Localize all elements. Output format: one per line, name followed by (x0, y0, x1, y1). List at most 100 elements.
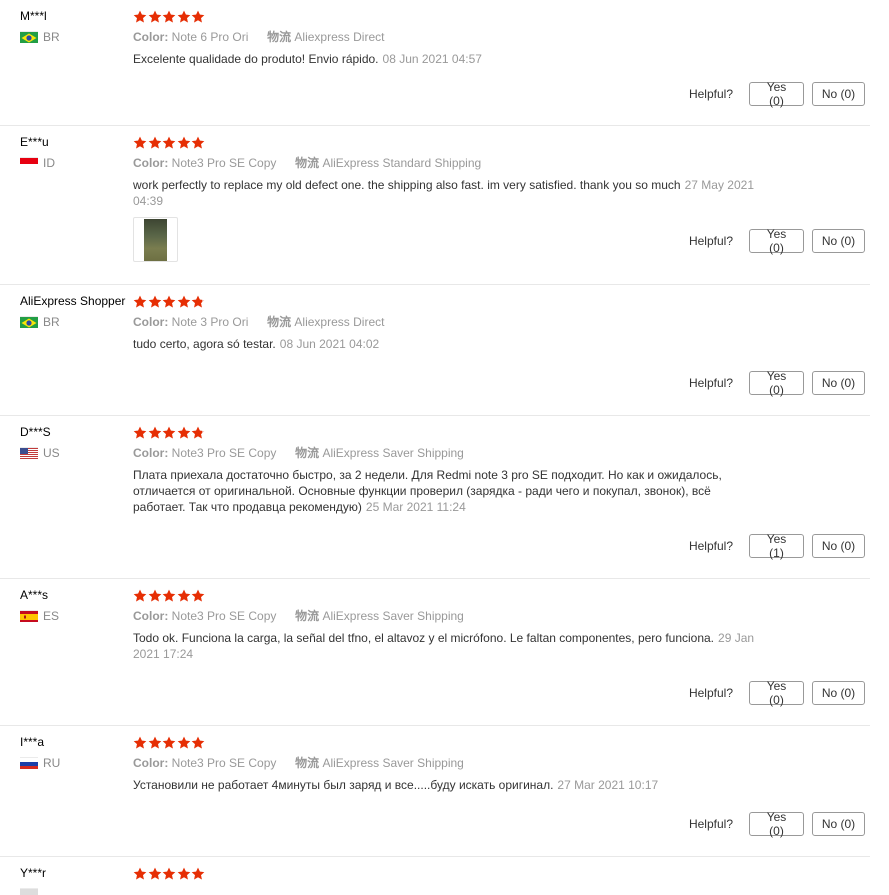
shipping-value: Aliexpress Direct (294, 30, 385, 44)
star-icon (133, 10, 147, 22)
review-text: Excelente qualidade do produto! Envio rá… (133, 52, 379, 66)
shipping-value: AliExpress Saver Shipping (322, 446, 464, 460)
star-icon (162, 136, 176, 148)
star-icon (177, 10, 190, 22)
review-photo-thumbnail[interactable] (133, 217, 178, 262)
country-code: BR (43, 315, 60, 329)
star-icon (177, 136, 190, 148)
reviewer-name: D***S (20, 425, 51, 439)
country-code: BR (43, 30, 60, 44)
reviewer-country: RU (20, 756, 130, 770)
review-date: 25 Mar 2021 11:24 (365, 500, 466, 514)
star-rating (133, 865, 773, 881)
helpful-yes-button[interactable]: Yes (0) (749, 679, 804, 707)
helpful-no-button[interactable]: No (0) (812, 229, 865, 253)
star-icon (177, 589, 190, 601)
star-rating (133, 424, 773, 440)
helpful-no-button[interactable]: No (0) (812, 681, 865, 705)
helpful-no-button[interactable]: No (0) (812, 82, 865, 106)
helpful-no-button[interactable]: No (0) (812, 812, 865, 836)
star-icon (148, 867, 161, 879)
shipping-label: 物流 (295, 756, 320, 770)
color-label: Color: (133, 446, 169, 460)
star-rating (133, 587, 773, 603)
star-icon (191, 426, 205, 438)
shipping-label: 物流 (295, 446, 320, 460)
review-text: work perfectly to replace my old defect … (133, 178, 681, 192)
reviewer-name: Y***r (20, 866, 47, 880)
country-code: US (43, 446, 60, 460)
flag-spain-icon (20, 610, 38, 622)
country-code: RU (43, 756, 61, 770)
color-value: Note3 Pro SE Copy (171, 446, 277, 460)
helpful-label: Helpful? (688, 87, 733, 101)
review-meta: Color: Note3 Pro SE Copy 物流 AliExpress S… (133, 755, 773, 771)
reviewer-name: AliExpress Shopper (20, 294, 126, 308)
reviewer-country: BR (20, 315, 130, 329)
helpful-controls: Helpful? Yes (0) No (0) (689, 227, 865, 255)
country-code: ID (43, 156, 55, 170)
helpful-yes-button[interactable]: Yes (0) (749, 80, 804, 108)
flag-russia-icon (20, 757, 38, 769)
helpful-yes-button[interactable]: Yes (0) (749, 810, 804, 838)
shipping-value: AliExpress Saver Shipping (322, 609, 464, 623)
reviewer-name: A***s (20, 588, 49, 602)
review-text: Установили не работает 4минуты был заряд… (133, 778, 554, 792)
star-icon (177, 867, 190, 879)
review-text-block: work perfectly to replace my old defect … (133, 177, 773, 209)
shipping-label: 物流 (295, 609, 320, 623)
star-icon (177, 426, 190, 438)
shipping-label: 物流 (267, 30, 292, 44)
helpful-yes-button[interactable]: Yes (0) (749, 369, 804, 397)
review-body (133, 865, 773, 886)
review-item: I***a RU Color: Note3 Pro SE Copy 物流 Ali… (0, 726, 870, 857)
flag-indonesia-icon (20, 157, 38, 169)
star-icon (162, 589, 176, 601)
review-item: M***l BR Color: Note 6 Pro Ori 物流 Aliexp… (0, 0, 870, 126)
review-text: tudo certo, agora só testar. (133, 337, 276, 351)
review-body: Color: Note3 Pro SE Copy 物流 AliExpress S… (133, 134, 773, 262)
review-body: Color: Note 6 Pro Ori 物流 Aliexpress Dire… (133, 8, 773, 67)
review-item: D***S US Color: Note3 Pro SE Copy 物流 Ali… (0, 416, 870, 579)
color-value: Note 6 Pro Ori (171, 30, 249, 44)
review-item: AliExpress Shopper BR Color: Note 3 Pro … (0, 285, 870, 416)
helpful-controls: Helpful? Yes (0) No (0) (688, 80, 865, 108)
star-icon (191, 295, 205, 307)
star-rating (133, 134, 773, 150)
reviewer-country: BR (20, 30, 130, 44)
review-item: A***s ES Color: Note3 Pro SE Copy 物流 Ali… (0, 579, 870, 726)
reviewer-info: D***S US (20, 423, 130, 460)
review-date: 08 Jun 2021 04:02 (279, 337, 380, 351)
helpful-controls: Helpful? Yes (0) No (0) (689, 679, 865, 707)
star-icon (133, 426, 147, 438)
reviewer-country: US (20, 446, 130, 460)
review-body: Color: Note3 Pro SE Copy 物流 AliExpress S… (133, 587, 773, 662)
country-code: ES (43, 609, 60, 623)
flag-brazil-icon (20, 31, 38, 43)
color-value: Note 3 Pro Ori (171, 315, 249, 329)
review-meta: Color: Note 3 Pro Ori 物流 Aliexpress Dire… (133, 314, 773, 330)
review-body: Color: Note 3 Pro Ori 物流 Aliexpress Dire… (133, 293, 773, 352)
shipping-value: Aliexpress Direct (294, 315, 385, 329)
helpful-yes-button[interactable]: Yes (1) (749, 532, 804, 560)
color-label: Color: (133, 30, 169, 44)
flag-icon (20, 888, 38, 895)
star-icon (133, 867, 147, 879)
review-text-block: tudo certo, agora só testar. 08 Jun 2021 … (133, 336, 773, 352)
review-item: E***u ID Color: Note3 Pro SE Copy 物流 Ali… (0, 126, 870, 285)
helpful-no-button[interactable]: No (0) (812, 371, 865, 395)
reviews-list: M***l BR Color: Note 6 Pro Ori 物流 Aliexp… (0, 0, 889, 895)
star-icon (191, 867, 205, 879)
star-icon (191, 589, 205, 601)
helpful-no-button[interactable]: No (0) (812, 534, 865, 558)
star-icon (162, 426, 176, 438)
helpful-controls: Helpful? Yes (0) No (0) (689, 369, 865, 397)
review-body: Color: Note3 Pro SE Copy 物流 AliExpress S… (133, 424, 773, 515)
star-icon (177, 736, 190, 748)
star-icon (162, 10, 176, 22)
review-item: Y***r (0, 857, 870, 895)
helpful-yes-button[interactable]: Yes (0) (749, 227, 804, 255)
review-text-block: Установили не работает 4минуты был заряд… (133, 777, 773, 793)
shipping-label: 物流 (267, 315, 292, 329)
color-value: Note3 Pro SE Copy (171, 756, 277, 770)
